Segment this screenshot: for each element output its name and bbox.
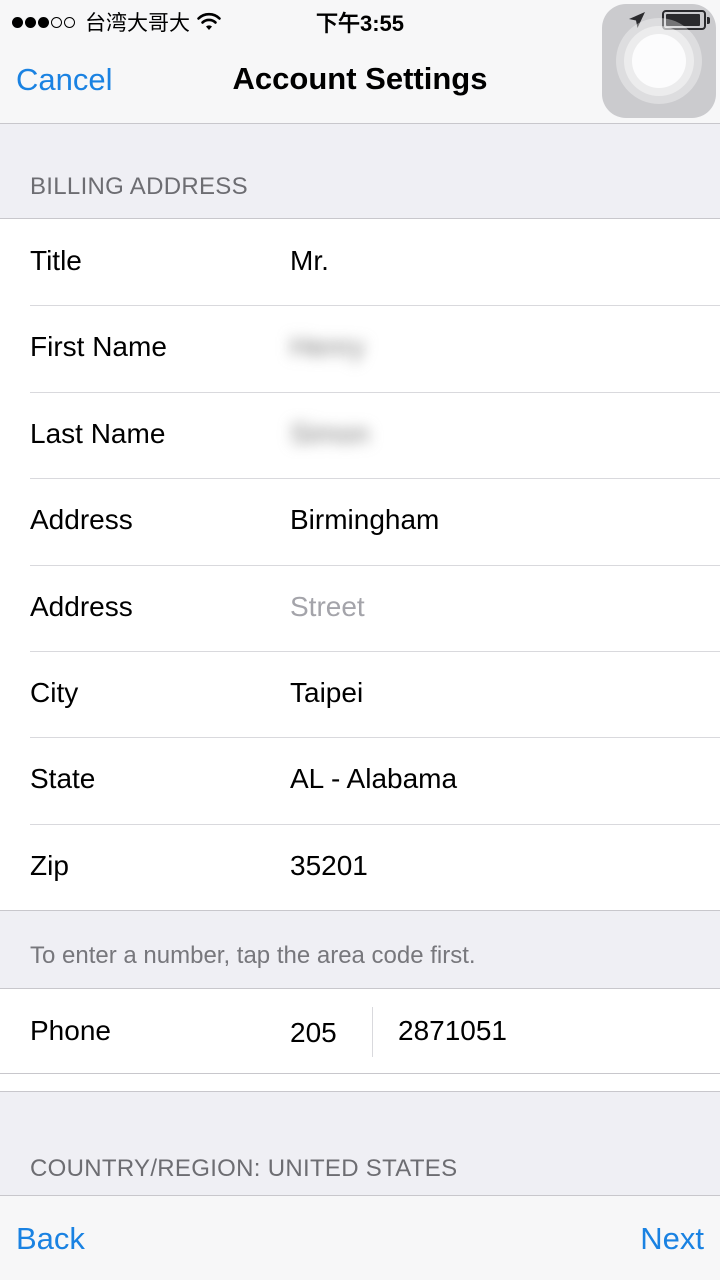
phone-divider bbox=[372, 1007, 373, 1057]
address-line2-row[interactable]: Address Street bbox=[0, 564, 720, 651]
assistive-touch-icon bbox=[632, 34, 686, 88]
billing-address-group: Title Mr. First Name Henry Last Name Sim… bbox=[0, 218, 720, 912]
first-name-label: First Name bbox=[30, 331, 167, 363]
bottom-toolbar: Back Next bbox=[0, 1195, 720, 1280]
zip-label: Zip bbox=[30, 849, 69, 881]
address-line1-field[interactable]: Birmingham bbox=[290, 504, 439, 536]
first-name-row[interactable]: First Name Henry bbox=[0, 305, 720, 391]
zip-row[interactable]: Zip 35201 bbox=[0, 823, 720, 910]
phone-number-field[interactable]: 2871051 bbox=[398, 1015, 507, 1047]
state-field[interactable]: AL - Alabama bbox=[290, 763, 457, 795]
country-region-header: COUNTRY/REGION: UNITED STATES bbox=[30, 1155, 458, 1182]
phone-group: Phone 205 2871051 bbox=[0, 988, 720, 1074]
address-line1-row[interactable]: Address Birmingham bbox=[0, 478, 720, 564]
zip-field[interactable]: 35201 bbox=[290, 850, 368, 882]
billing-address-header: BILLING ADDRESS bbox=[30, 173, 248, 200]
address-line1-label: Address bbox=[30, 504, 133, 536]
phone-label: Phone bbox=[30, 1015, 111, 1046]
state-label: State bbox=[30, 763, 96, 795]
title-label: Title bbox=[30, 245, 82, 276]
city-field[interactable]: Taipei bbox=[290, 677, 363, 709]
address-line2-label: Address bbox=[30, 590, 133, 622]
city-label: City bbox=[30, 676, 79, 708]
last-name-row[interactable]: Last Name Simon bbox=[0, 391, 720, 478]
assistive-touch-button[interactable] bbox=[602, 4, 716, 118]
first-name-field[interactable]: Henry bbox=[290, 331, 365, 363]
empty-group-strip bbox=[0, 1074, 720, 1092]
next-button[interactable]: Next bbox=[640, 1221, 704, 1257]
title-row[interactable]: Title Mr. bbox=[0, 219, 720, 305]
back-button[interactable]: Back bbox=[16, 1221, 85, 1257]
state-row[interactable]: State AL - Alabama bbox=[0, 737, 720, 823]
area-code-field[interactable]: 205 bbox=[290, 1017, 337, 1049]
address-line2-field[interactable]: Street bbox=[290, 591, 365, 623]
last-name-label: Last Name bbox=[30, 417, 166, 449]
city-row[interactable]: City Taipei bbox=[0, 650, 720, 737]
title-value[interactable]: Mr. bbox=[290, 245, 329, 277]
last-name-field[interactable]: Simon bbox=[290, 418, 369, 450]
phone-hint-text: To enter a number, tap the area code fir… bbox=[30, 942, 476, 969]
